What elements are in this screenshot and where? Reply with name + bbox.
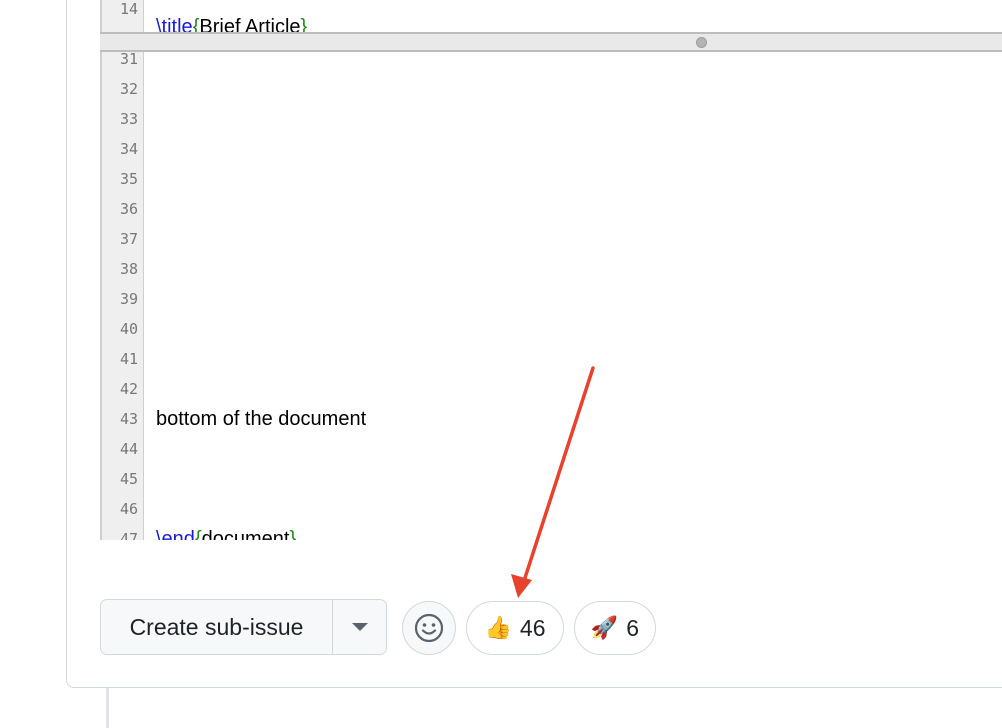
line-number: 34 [119,140,138,158]
line-number: 43 [119,410,138,428]
code-line: 38 [100,254,1002,284]
code-line: 31 [100,52,1002,74]
create-sub-issue-dropdown-button[interactable] [333,600,386,654]
line-number: 33 [119,110,138,128]
reaction-thumbs-up[interactable]: 👍 46 [466,601,564,655]
code-line: 34 [100,134,1002,164]
timeline-line [106,688,109,728]
line-number: 42 [119,380,138,398]
line-number: 32 [119,80,138,98]
editor-bottom-pane: 31 32 33 34 35 36 37 38 39 40 41 42 43 bottom of the … [100,52,1002,540]
line-number: 47 [119,530,138,540]
code-line: 42 [100,374,1002,404]
line-number: 41 [119,350,138,368]
thumbs-up-icon: 👍 [484,615,512,640]
line-number: 40 [119,320,138,338]
code-line: 39 [100,284,1002,314]
line-number: 38 [119,260,138,278]
line-number: 46 [119,500,138,518]
reaction-rocket[interactable]: 🚀 6 [574,601,656,655]
line-number: 31 [119,52,138,68]
code-line: 43 bottom of the document [100,404,1002,434]
create-sub-issue-button[interactable]: Create sub-issue [101,600,333,654]
code-text: bottom of the document [156,408,367,430]
code-line: 14 \title{Brief Article} [100,0,1002,32]
code-text: \end{document} [156,524,296,540]
line-number: 36 [119,200,138,218]
latex-argument: document [201,528,290,540]
code-line: 33 [100,104,1002,134]
chevron-down-icon [351,623,368,631]
smiley-icon [414,613,444,643]
code-line: 47 \end{document} [100,524,1002,540]
create-sub-issue-button-group: Create sub-issue [100,599,387,655]
reaction-count: 6 [626,614,640,641]
add-reaction-button[interactable] [402,601,456,655]
latex-command: \title [156,16,193,32]
code-line: 46 [100,494,1002,524]
latex-command: \end [156,528,195,540]
latex-brace: } [300,16,308,32]
code-line: 35 [100,164,1002,194]
code-line: 32 [100,74,1002,104]
code-line: 36 [100,194,1002,224]
line-number: 35 [119,170,138,188]
editor-screenshot: 14 \title{Brief Article} 31 32 33 34 35 36 37 3… [100,0,1002,540]
line-number: 14 [119,0,138,18]
latex-argument: Brief Article [199,16,301,32]
line-number: 39 [119,290,138,308]
editor-top-pane: 14 \title{Brief Article} [100,0,1002,32]
splitter-handle[interactable] [696,37,707,48]
line-number: 45 [119,470,138,488]
latex-brace: } [289,528,297,540]
reaction-count: 46 [519,614,546,641]
line-number: 44 [119,440,138,458]
code-line: 44 [100,434,1002,464]
code-line: 37 [100,224,1002,254]
code-line: 41 [100,344,1002,374]
rocket-icon: 🚀 [590,615,619,640]
line-number: 37 [119,230,138,248]
code-text: \title{Brief Article} [156,12,307,32]
code-line: 45 [100,464,1002,494]
latex-brace: { [194,528,202,540]
code-line: 40 [100,314,1002,344]
pane-splitter[interactable] [100,32,1002,52]
